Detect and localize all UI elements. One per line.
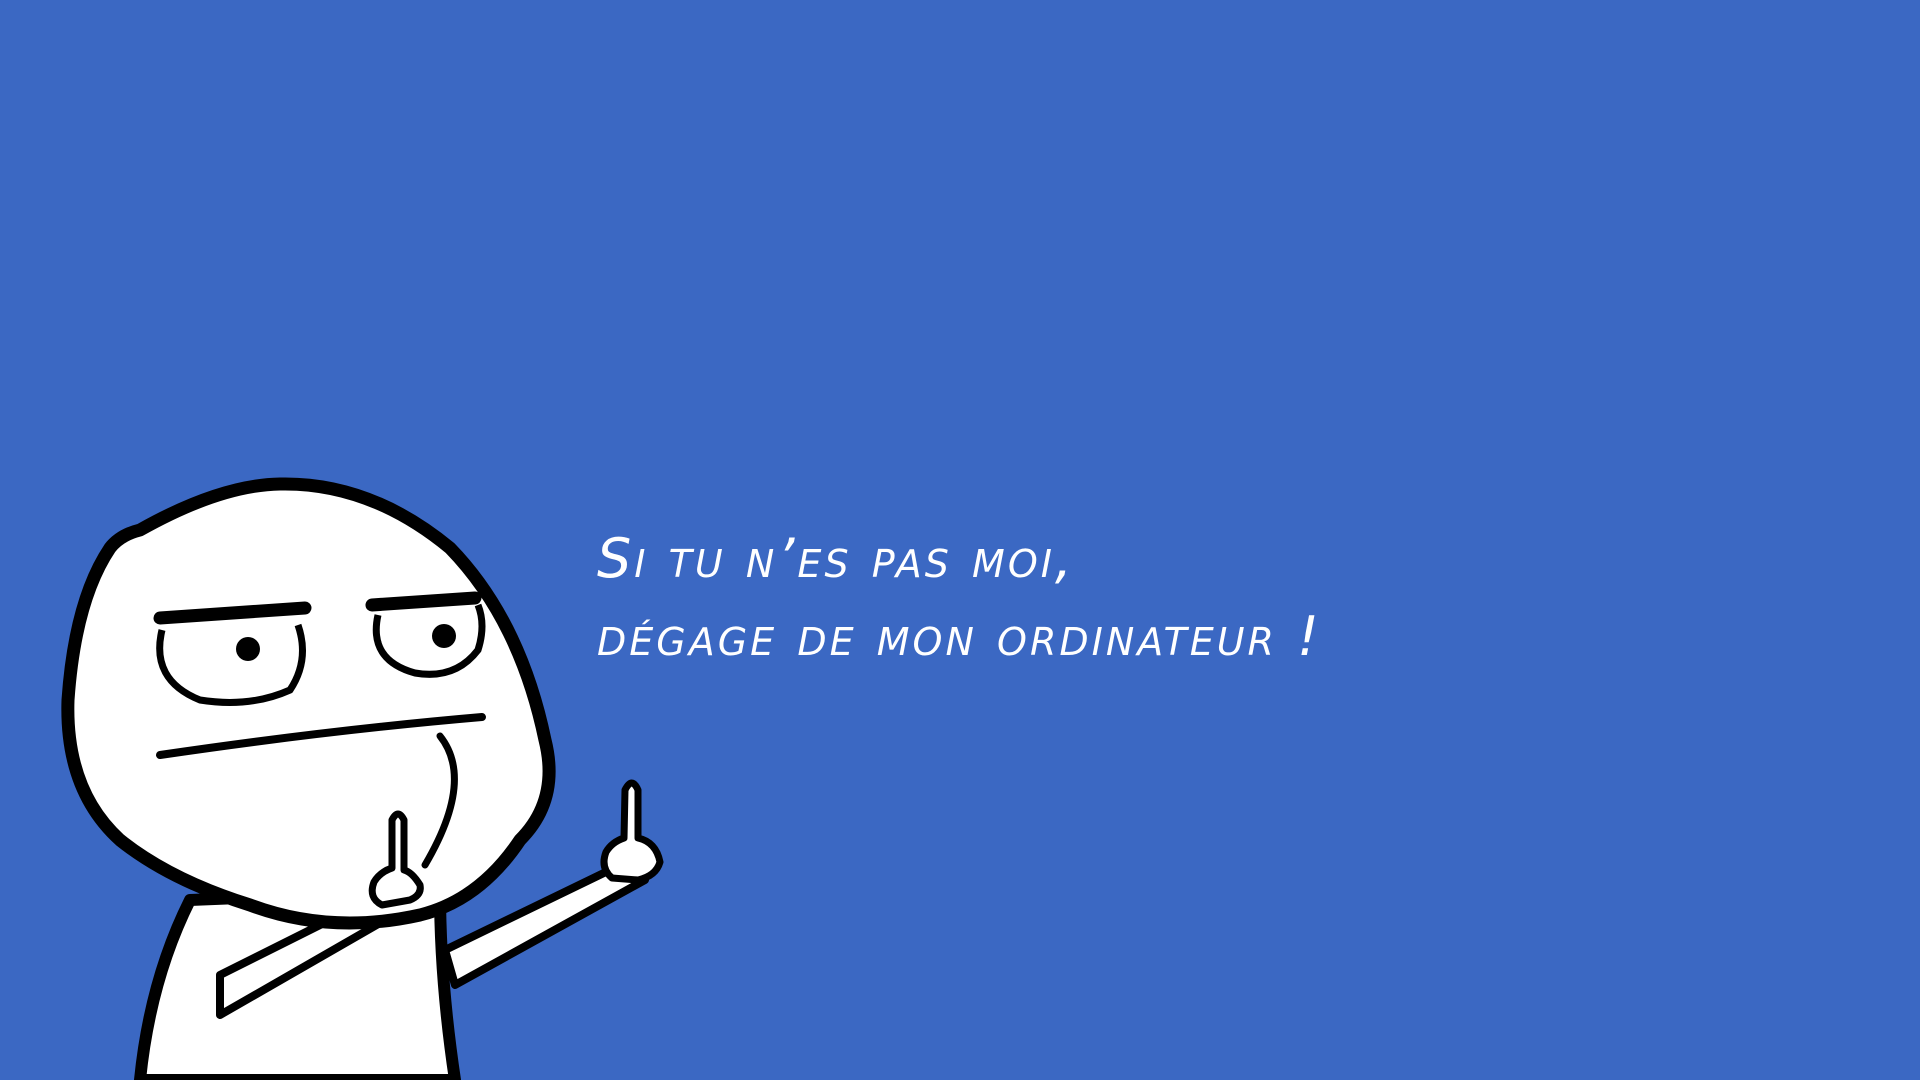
character-right-eyebrow (365, 591, 482, 612)
character-left-eye (156, 623, 306, 706)
character-right-hand (600, 779, 664, 884)
desktop-wallpaper: Si tu n’es pas moi, dégage de mon ordina… (0, 0, 1920, 1080)
wallpaper-message-line-1: Si tu n’es pas moi, (597, 527, 1076, 590)
character-right-pupil (432, 624, 456, 648)
character-right-eye (372, 603, 486, 678)
wallpaper-message: Si tu n’es pas moi, dégage de mon ordina… (597, 520, 1322, 676)
character-left-pupil (236, 637, 260, 661)
wallpaper-message-line-2: dégage de mon ordinateur ! (597, 605, 1322, 668)
character-head (61, 477, 556, 930)
